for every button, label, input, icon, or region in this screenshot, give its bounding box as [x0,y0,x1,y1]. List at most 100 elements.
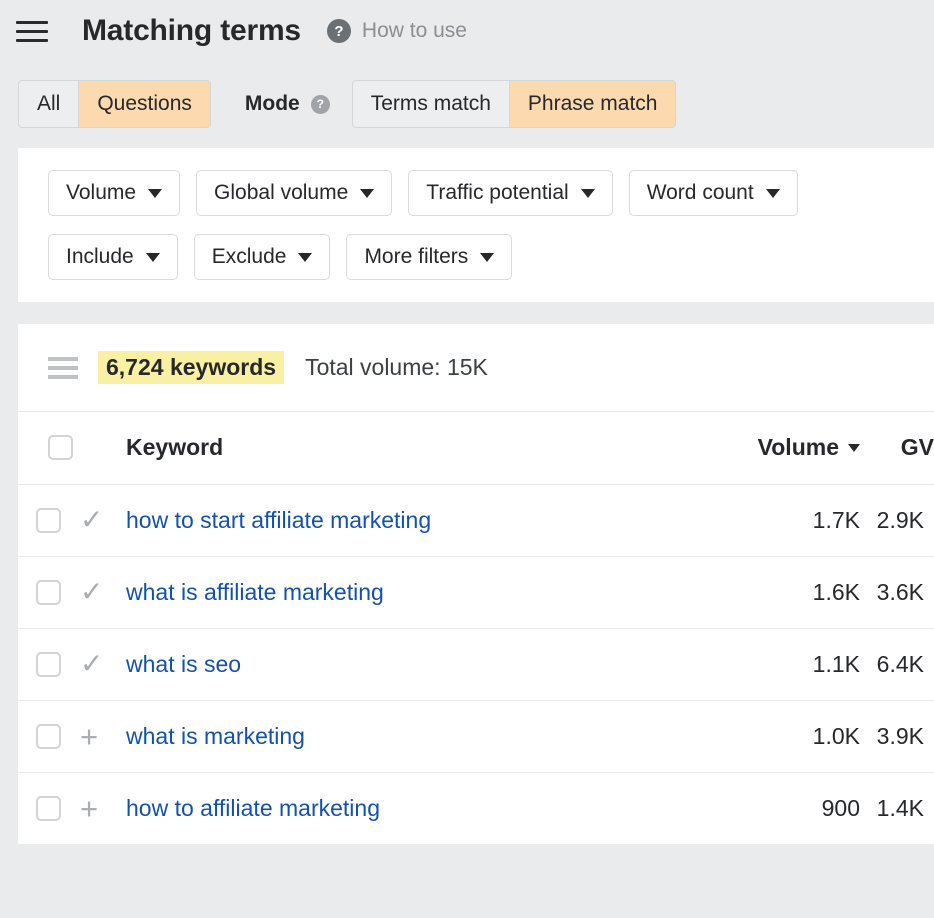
table-row[interactable]: ✓ how to start affiliate marketing 1.7K … [18,484,934,556]
plus-icon[interactable]: + [80,793,126,824]
mode-help-button[interactable]: ? [311,95,330,114]
row-gv-value: 6.4K [860,628,934,700]
select-all-cell [18,412,80,484]
filter-global-volume-label: Global volume [214,181,348,205]
column-header-volume-label: Volume [758,434,839,461]
column-header-gv[interactable]: GV [860,412,934,484]
check-icon[interactable]: ✓ [80,578,126,606]
column-header-keyword[interactable]: Keyword [126,412,728,484]
chevron-down-icon [148,189,162,198]
controls-row: All Questions Mode ? Terms match Phrase … [0,62,934,138]
scope-tab-questions[interactable]: Questions [79,81,210,127]
filter-traffic-potential[interactable]: Traffic potential [408,170,612,216]
mark-header-cell [80,412,126,484]
list-view-icon-bar [48,375,78,379]
row-select-cell [18,556,80,628]
hamburger-icon-bar [16,39,48,42]
keyword-link[interactable]: how to start affiliate marketing [126,507,431,533]
row-mark-cell: ✓ [80,484,126,556]
row-keyword-cell: what is marketing [126,700,728,772]
filter-more-filters-label: More filters [364,245,468,269]
table-row[interactable]: ✓ what is seo 1.1K 6.4K [18,628,934,700]
filter-traffic-potential-label: Traffic potential [426,181,568,205]
page-header: Matching terms ? How to use [0,0,934,62]
row-checkbox[interactable] [36,580,61,605]
row-volume-value: 1.6K [728,556,860,628]
row-checkbox[interactable] [36,796,61,821]
row-mark-cell: ✓ [80,556,126,628]
filter-panel: Volume Global volume Traffic potential W… [18,148,934,302]
filter-exclude[interactable]: Exclude [194,234,331,280]
sort-descending-icon [848,444,860,452]
filter-global-volume[interactable]: Global volume [196,170,392,216]
row-mark-cell: + [80,700,126,772]
column-header-volume[interactable]: Volume [728,412,860,484]
mode-label: Mode [245,92,300,116]
list-view-icon[interactable] [48,357,78,379]
keyword-link[interactable]: what is affiliate marketing [126,579,384,605]
row-keyword-cell: how to affiliate marketing [126,772,728,844]
keyword-link[interactable]: what is marketing [126,723,305,749]
keyword-link[interactable]: how to affiliate marketing [126,795,380,821]
row-gv-value: 3.9K [860,700,934,772]
list-view-icon-bar [48,366,78,370]
row-checkbox[interactable] [36,652,61,677]
row-checkbox[interactable] [36,724,61,749]
row-keyword-cell: what is seo [126,628,728,700]
list-view-icon-bar [48,357,78,361]
chevron-down-icon [298,253,312,262]
keyword-link[interactable]: what is seo [126,651,241,677]
row-mark-cell: + [80,772,126,844]
mode-tab-phrase-match[interactable]: Phrase match [510,81,676,127]
results-card: 6,724 keywords Total volume: 15K Keyword… [18,324,934,844]
row-volume-value: 1.1K [728,628,860,700]
filter-include-label: Include [66,245,134,269]
how-to-use-link[interactable]: ? How to use [327,19,467,43]
row-mark-cell: ✓ [80,628,126,700]
row-checkbox[interactable] [36,508,61,533]
row-gv-value: 2.9K [860,484,934,556]
filter-exclude-label: Exclude [212,245,287,269]
scope-tab-all[interactable]: All [19,81,79,127]
row-select-cell [18,484,80,556]
chevron-down-icon [146,253,160,262]
table-row[interactable]: + how to affiliate marketing 900 1.4K [18,772,934,844]
filter-row-primary: Volume Global volume Traffic potential W… [48,170,934,216]
row-keyword-cell: how to start affiliate marketing [126,484,728,556]
filter-volume-label: Volume [66,181,136,205]
volume-sort-control[interactable]: Volume [758,434,860,461]
filter-include[interactable]: Include [48,234,178,280]
chevron-down-icon [480,253,494,262]
question-mark-icon: ? [327,19,351,43]
row-gv-value: 3.6K [860,556,934,628]
hamburger-icon[interactable] [16,18,48,44]
filter-volume[interactable]: Volume [48,170,180,216]
select-all-checkbox[interactable] [48,435,73,460]
row-keyword-cell: what is affiliate marketing [126,556,728,628]
table-row[interactable]: + what is marketing 1.0K 3.9K [18,700,934,772]
mode-segmented-control: Terms match Phrase match [352,80,677,128]
table-row[interactable]: ✓ what is affiliate marketing 1.6K 3.6K [18,556,934,628]
row-select-cell [18,700,80,772]
row-select-cell [18,772,80,844]
plus-icon[interactable]: + [80,721,126,752]
filter-more-filters[interactable]: More filters [346,234,512,280]
row-volume-value: 900 [728,772,860,844]
keyword-count-badge: 6,724 keywords [98,351,284,384]
keywords-table-body: ✓ how to start affiliate marketing 1.7K … [18,484,934,844]
keywords-table: Keyword Volume GV ✓ how to [18,412,934,844]
total-volume-label: Total volume: 15K [305,354,488,381]
row-gv-value: 1.4K [860,772,934,844]
row-select-cell [18,628,80,700]
keywords-table-head: Keyword Volume GV [18,412,934,484]
scope-segmented-control: All Questions [18,80,211,128]
question-mark-icon: ? [311,95,330,114]
results-toolbar: 6,724 keywords Total volume: 15K [18,324,934,412]
filter-word-count[interactable]: Word count [629,170,798,216]
hamburger-icon-bar [16,30,48,33]
table-header-row: Keyword Volume GV [18,412,934,484]
mode-tab-terms-match[interactable]: Terms match [353,81,510,127]
check-icon[interactable]: ✓ [80,650,126,678]
check-icon[interactable]: ✓ [80,506,126,534]
row-volume-value: 1.0K [728,700,860,772]
